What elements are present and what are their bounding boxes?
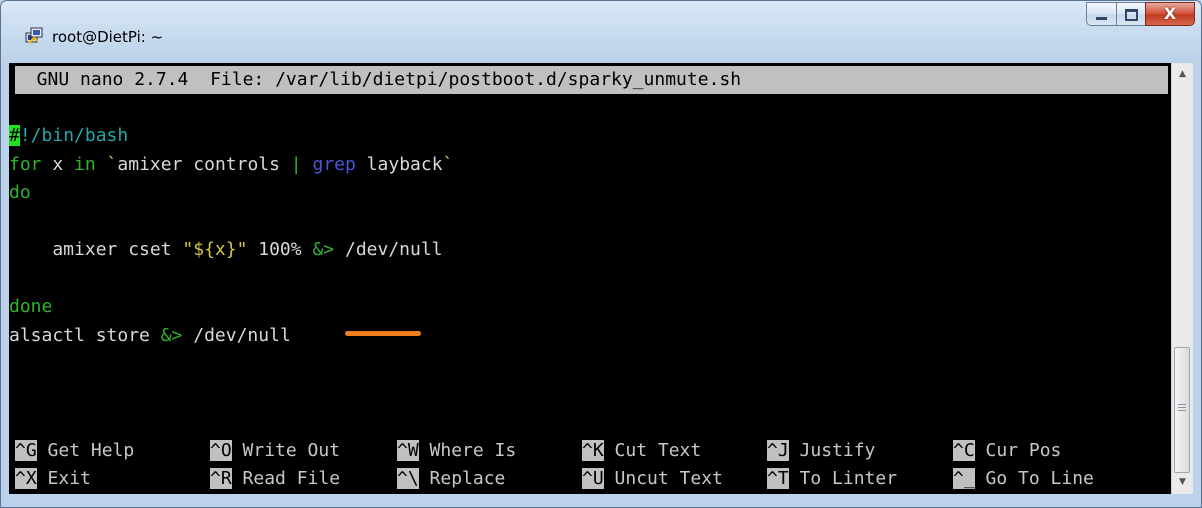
shortcut-get-help[interactable]: ^G Get Help xyxy=(15,437,134,465)
shortcut-where-is[interactable]: ^W Where Is xyxy=(397,437,516,465)
shortcut-cut-text[interactable]: ^K Cut Text xyxy=(582,437,701,465)
close-icon: X xyxy=(1163,4,1177,23)
nano-shortcut-bar: ^G Get Help ^O Write Out ^W Where Is ^K … xyxy=(9,437,1171,493)
shortcut-uncut-text[interactable]: ^U Uncut Text xyxy=(582,465,723,493)
putty-window: root@DietPi: ~ X GNU nano 2.7.4 File: /v… xyxy=(0,0,1202,508)
code-line-shebang: #!/bin/bash xyxy=(9,125,129,146)
maximize-icon xyxy=(1125,9,1138,21)
shortcut-read-file[interactable]: ^R Read File xyxy=(210,465,340,493)
close-button[interactable]: X xyxy=(1145,2,1195,26)
caption-buttons: X xyxy=(1086,2,1195,28)
shortcut-replace[interactable]: ^\ Replace xyxy=(397,465,505,493)
shortcut-exit[interactable]: ^X Exit xyxy=(15,465,91,493)
scrollbar-thumb[interactable] xyxy=(1174,347,1190,473)
text-cursor: # xyxy=(9,125,20,146)
minimize-button[interactable] xyxy=(1086,2,1116,26)
window-title: root@DietPi: ~ xyxy=(52,28,164,46)
scroll-up-arrow-icon[interactable]: ▲ xyxy=(1172,65,1193,83)
shortcut-to-linter[interactable]: ^T To Linter xyxy=(767,465,897,493)
minimize-icon xyxy=(1096,17,1107,20)
code-line-for: for x in `amixer controls | grep layback… xyxy=(9,154,454,175)
vertical-scrollbar[interactable]: ▲ ▼ xyxy=(1171,63,1193,494)
code-line-alsactl: alsactl store &> /dev/null xyxy=(9,325,291,346)
scrollbar-grip-icon xyxy=(1178,404,1186,412)
shortcut-cur-pos[interactable]: ^C Cur Pos xyxy=(953,437,1061,465)
shortcut-justify[interactable]: ^J Justify xyxy=(767,437,875,465)
shortcut-go-to-line[interactable]: ^_ Go To Line xyxy=(953,465,1094,493)
maximize-button[interactable] xyxy=(1116,2,1145,26)
terminal-area[interactable]: GNU nano 2.7.4 File: /var/lib/dietpi/pos… xyxy=(9,63,1171,494)
putty-icon[interactable] xyxy=(25,27,43,45)
shortcut-write-out[interactable]: ^O Write Out xyxy=(210,437,340,465)
title-bar[interactable]: root@DietPi: ~ X xyxy=(1,1,1201,61)
scroll-down-arrow-icon[interactable]: ▼ xyxy=(1172,473,1193,491)
code-line-amixer: amixer cset "${x}" 100% &> /dev/null xyxy=(9,239,443,260)
nano-header: GNU nano 2.7.4 File: /var/lib/dietpi/pos… xyxy=(15,66,1168,94)
code-line-done: done xyxy=(9,296,53,317)
code-line-do: do xyxy=(9,182,31,203)
